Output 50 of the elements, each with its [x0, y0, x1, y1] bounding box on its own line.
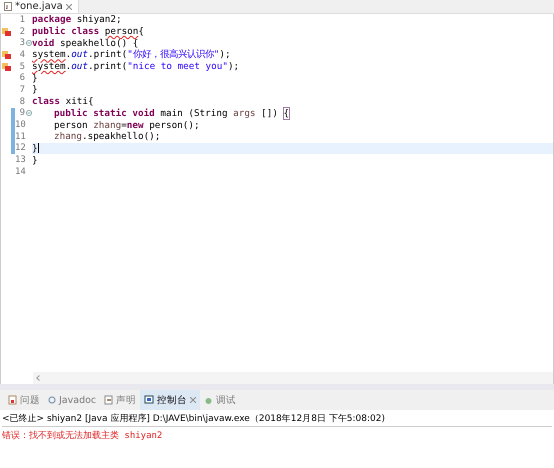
panel-tab[interactable]: 控制台	[140, 390, 200, 410]
panel-tab[interactable]: 问题	[4, 390, 44, 410]
error-marker-icon[interactable]	[2, 28, 10, 36]
bug-icon	[204, 396, 214, 404]
close-icon[interactable]	[66, 4, 72, 10]
line-number: 11	[15, 132, 25, 142]
line-number: 13	[15, 155, 25, 166]
close-icon[interactable]	[190, 397, 196, 403]
console-output: 错误：找不到或无法加载主类 shiyan2	[2, 430, 164, 442]
fold-icon[interactable]	[26, 110, 32, 116]
line-number: 7	[18, 84, 25, 95]
panel-tab[interactable]: 调试	[200, 390, 240, 410]
line-number: 1	[18, 14, 25, 25]
line-number: 12	[15, 143, 25, 154]
code-line: zhang.speakhello();	[54, 131, 160, 142]
line-number: 6	[18, 73, 25, 84]
line-number: 3	[18, 38, 25, 48]
line-number: 5	[18, 62, 25, 72]
document-icon	[104, 395, 114, 405]
java-file-icon	[4, 2, 12, 11]
panel-tab[interactable]: Javadoc	[44, 390, 100, 410]
code-line: }	[32, 142, 38, 154]
line-number: 2	[18, 26, 25, 37]
code-line: person zhang=new person();	[54, 120, 200, 131]
code-line: void speakhello() {	[32, 38, 138, 49]
code-line: public class person{	[32, 26, 144, 38]
code-line: public static void main (String args []) {	[54, 108, 290, 119]
monitor-icon	[144, 395, 154, 405]
panel-tab[interactable]: 声明	[100, 390, 140, 410]
editor-tab[interactable]: *one.java	[0, 0, 79, 13]
code-line: }	[32, 154, 38, 166]
scroll-left-icon[interactable]	[36, 375, 40, 381]
clipboard-icon	[8, 395, 17, 405]
fold-icon[interactable]	[26, 40, 32, 46]
code-line: system.out.print("你好，很高兴认识你");	[32, 48, 231, 62]
error-marker-icon[interactable]	[2, 62, 10, 71]
line-number: 4	[18, 50, 25, 60]
code-line: }	[32, 72, 38, 84]
error-marker-icon[interactable]	[2, 50, 10, 59]
console-header: <已终止> shiyan2 [Java 应用程序] D:\JAVE\bin\javaw.exe（2018年12月8日 下午5:08:02)	[2, 412, 552, 427]
line-number: 8	[18, 96, 25, 107]
code-line: system.out.print("nice to meet you");	[32, 61, 240, 72]
text-cursor	[38, 143, 39, 154]
line-number: 10	[15, 120, 25, 130]
code-line: class xiti{	[32, 96, 94, 108]
line-number: 9	[18, 108, 25, 118]
code-line: package shiyan2;	[32, 14, 122, 26]
line-number: 14	[15, 166, 25, 177]
code-line: }	[32, 84, 38, 96]
horizontal-scrollbar[interactable]	[33, 372, 553, 384]
